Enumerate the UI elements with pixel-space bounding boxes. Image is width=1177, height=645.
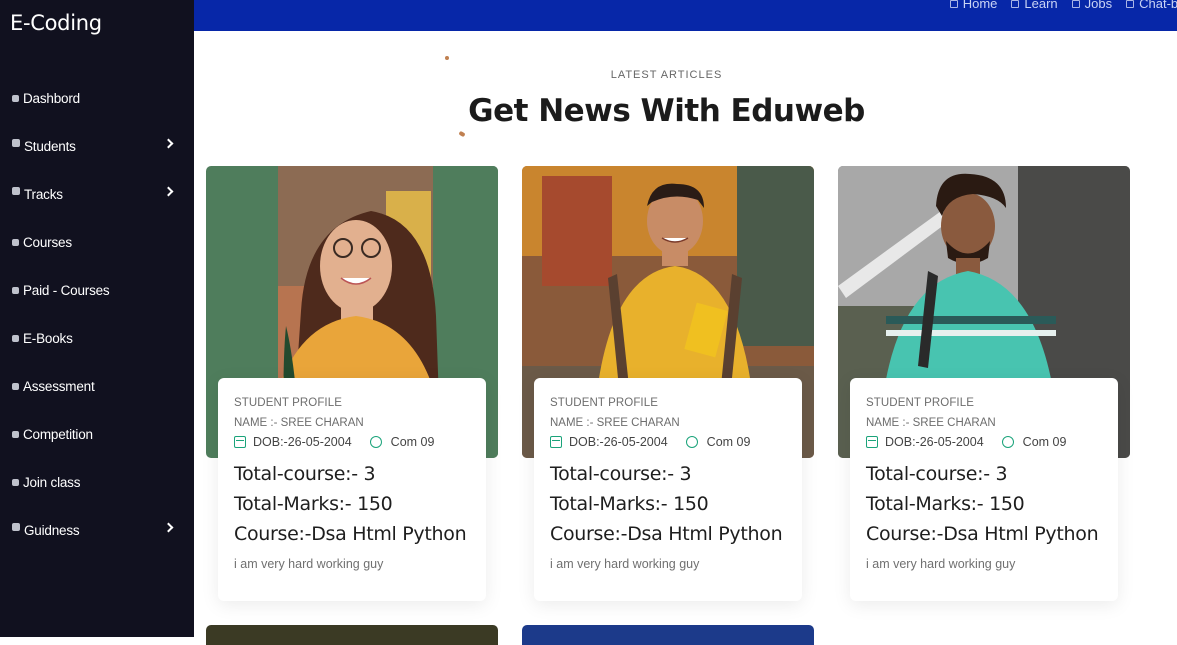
student-description: i am very hard working guy xyxy=(550,557,700,571)
student-profile-card: STUDENT PROFILE NAME :- SREE CHARAN DOB:… xyxy=(850,378,1118,601)
sidebar-item-ebooks[interactable]: E-Books xyxy=(0,314,194,362)
section-title: Get News With Eduweb xyxy=(468,93,865,129)
sidebar-item-courses[interactable]: Courses xyxy=(0,218,194,266)
card-meta: DOB:-26-05-2004 Com 09 xyxy=(550,435,786,449)
nav-link-label: Home xyxy=(962,0,998,11)
section-eyebrow: LATEST ARTICLES xyxy=(610,69,723,81)
nav-link-learn[interactable]: Learn xyxy=(1011,0,1058,11)
sidebar-item-label: Join class xyxy=(23,474,81,490)
student-dob: DOB:-26-05-2004 xyxy=(885,435,984,449)
comment-icon xyxy=(369,436,382,448)
nav-link-jobs[interactable]: Jobs xyxy=(1071,0,1113,11)
join-class-icon xyxy=(12,478,19,486)
sidebar-item-guidance[interactable]: Guidness xyxy=(0,506,194,554)
sidebar-item-label: Tracks xyxy=(24,186,63,202)
student-name: NAME :- SREE CHARAN xyxy=(234,417,364,429)
decorative-dot xyxy=(458,130,466,138)
student-card[interactable]: STUDENT PROFILE NAME :- SREE CHARAN DOB:… xyxy=(838,166,1130,606)
comment-count[interactable]: Com 09 xyxy=(1023,435,1067,449)
competition-icon xyxy=(12,430,19,438)
card-kind: STUDENT PROFILE xyxy=(234,397,342,409)
learn-icon xyxy=(1011,0,1020,8)
nav-link-home[interactable]: Home xyxy=(949,0,998,11)
sidebar-item-dashboard[interactable]: Dashbord xyxy=(0,74,194,122)
student-profile-card: STUDENT PROFILE NAME :- SREE CHARAN DOB:… xyxy=(218,378,486,601)
student-profile-card: STUDENT PROFILE NAME :- SREE CHARAN DOB:… xyxy=(534,378,802,601)
comment-icon xyxy=(1001,436,1014,448)
card-meta: DOB:-26-05-2004 Com 09 xyxy=(866,435,1102,449)
total-marks: Total-Marks:- 150 xyxy=(234,493,393,515)
student-card[interactable]: STUDENT PROFILE NAME :- SREE CHARAN DOB:… xyxy=(522,166,814,606)
student-card-next-row[interactable] xyxy=(206,625,498,645)
student-description: i am very hard working guy xyxy=(234,557,384,571)
student-description: i am very hard working guy xyxy=(866,557,1016,571)
student-card[interactable]: STUDENT PROFILE NAME :- SREE CHARAN DOB:… xyxy=(206,166,498,606)
nav-link-label: Chat-bot xyxy=(1139,0,1177,11)
top-navbar: Home Learn Jobs Chat-bot xyxy=(194,0,1177,31)
sidebar-item-label: Competition xyxy=(23,426,93,442)
sidebar-item-join-class[interactable]: Join class xyxy=(0,458,194,506)
calendar-icon xyxy=(866,436,878,448)
comment-count[interactable]: Com 09 xyxy=(391,435,435,449)
course-list: Course:-Dsa Html Python xyxy=(234,523,467,545)
total-marks: Total-Marks:- 150 xyxy=(550,493,709,515)
sidebar-item-label: Dashbord xyxy=(23,90,80,106)
sidebar-item-label: Assessment xyxy=(23,378,95,394)
sidebar-item-tracks[interactable]: Tracks xyxy=(0,170,194,218)
nav-link-label: Learn xyxy=(1024,0,1058,11)
student-name: NAME :- SREE CHARAN xyxy=(550,417,680,429)
total-course: Total-course:- 3 xyxy=(234,463,376,485)
students-icon xyxy=(12,139,20,147)
nav-link-label: Jobs xyxy=(1084,0,1113,11)
sidebar: E-Coding Dashbord Students Tracks Course… xyxy=(0,0,194,637)
course-list: Course:-Dsa Html Python xyxy=(550,523,783,545)
student-dob: DOB:-26-05-2004 xyxy=(569,435,668,449)
sidebar-item-students[interactable]: Students xyxy=(0,122,194,170)
jobs-icon xyxy=(1071,0,1080,8)
nav-link-chat-bot[interactable]: Chat-bot xyxy=(1126,0,1177,11)
tracks-icon xyxy=(12,187,20,195)
guidance-icon xyxy=(12,523,20,531)
comment-count[interactable]: Com 09 xyxy=(707,435,751,449)
card-kind: STUDENT PROFILE xyxy=(866,397,974,409)
sidebar-item-label: Students xyxy=(24,138,76,154)
sidebar-item-label: E-Books xyxy=(23,330,73,346)
brand-logo[interactable]: E-Coding xyxy=(10,11,102,35)
course-list: Course:-Dsa Html Python xyxy=(866,523,1099,545)
sidebar-item-label: Courses xyxy=(23,234,72,250)
card-kind: STUDENT PROFILE xyxy=(550,397,658,409)
paid-courses-icon xyxy=(12,286,19,294)
sidebar-item-competition[interactable]: Competition xyxy=(0,410,194,458)
total-course: Total-course:- 3 xyxy=(550,463,692,485)
decorative-dot xyxy=(445,56,449,60)
courses-icon xyxy=(12,238,19,246)
main-content: LATEST ARTICLES Get News With Eduweb STU… xyxy=(194,31,1177,645)
sidebar-nav: Dashbord Students Tracks Courses Paid - … xyxy=(0,74,194,554)
ebooks-icon xyxy=(12,334,19,342)
calendar-icon xyxy=(234,436,246,448)
student-name: NAME :- SREE CHARAN xyxy=(866,417,996,429)
total-course: Total-course:- 3 xyxy=(866,463,1008,485)
chevron-right-icon xyxy=(163,522,174,533)
assessment-icon xyxy=(12,382,19,390)
top-nav-links: Home Learn Jobs Chat-bot xyxy=(949,0,1177,11)
student-dob: DOB:-26-05-2004 xyxy=(253,435,352,449)
chat-bot-icon xyxy=(1126,0,1135,8)
home-icon xyxy=(949,0,958,8)
sidebar-item-paid-courses[interactable]: Paid - Courses xyxy=(0,266,194,314)
comment-icon xyxy=(685,436,698,448)
card-meta: DOB:-26-05-2004 Com 09 xyxy=(234,435,470,449)
dashboard-icon xyxy=(12,94,19,102)
student-card-next-row[interactable] xyxy=(522,625,814,645)
chevron-right-icon xyxy=(163,138,174,149)
sidebar-item-assessment[interactable]: Assessment xyxy=(0,362,194,410)
total-marks: Total-Marks:- 150 xyxy=(866,493,1025,515)
sidebar-item-label: Guidness xyxy=(24,522,80,538)
calendar-icon xyxy=(550,436,562,448)
chevron-right-icon xyxy=(163,186,174,197)
sidebar-item-label: Paid - Courses xyxy=(23,282,110,298)
